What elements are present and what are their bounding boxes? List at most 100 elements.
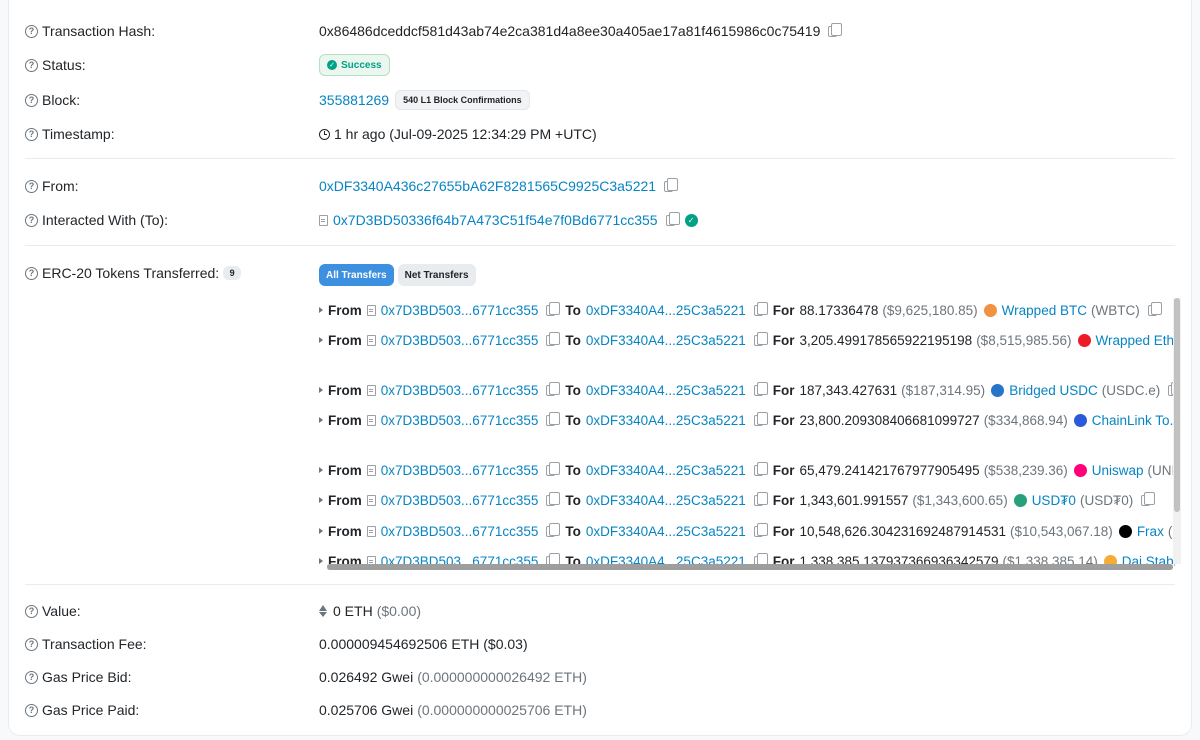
help-icon[interactable]: ? xyxy=(25,213,38,227)
transfer-tabs: All Transfers Net Transfers xyxy=(319,264,476,286)
token-link[interactable]: Frax xyxy=(1137,524,1164,539)
contract-icon xyxy=(366,384,376,396)
help-icon[interactable]: ? xyxy=(25,604,38,618)
gas-paid-value: 0.025706 Gwei xyxy=(319,702,414,718)
transfer-from-link[interactable]: 0x7D3BD503...6771cc355 xyxy=(381,303,539,318)
copy-icon[interactable] xyxy=(753,381,768,396)
token-link[interactable]: Wrapped BTC xyxy=(1002,303,1087,318)
transfer-to-link[interactable]: 0xDF3340A4...25C3a5221 xyxy=(586,333,746,348)
to-keyword: To xyxy=(565,492,581,508)
copy-icon[interactable] xyxy=(546,411,561,426)
transfer-row: From 0x7D3BD503...6771cc355 To 0xDF3340A4..… xyxy=(319,459,1175,481)
copy-icon[interactable] xyxy=(753,331,768,346)
transfers-list[interactable]: From 0x7D3BD503...6771cc355 To 0xDF3340A4..… xyxy=(319,296,1175,568)
help-icon[interactable]: ? xyxy=(25,179,38,193)
contract-icon xyxy=(366,494,376,506)
transfer-to-link[interactable]: 0xDF3340A4...25C3a5221 xyxy=(586,463,746,478)
help-icon[interactable]: ? xyxy=(25,24,38,38)
copy-icon[interactable] xyxy=(753,461,768,476)
transfer-from-link[interactable]: 0x7D3BD503...6771cc355 xyxy=(381,524,539,539)
to-keyword: To xyxy=(565,523,581,539)
help-icon[interactable]: ? xyxy=(25,266,38,280)
for-keyword: For xyxy=(772,492,795,508)
token-link[interactable]: Uniswap xyxy=(1092,463,1144,478)
transfer-to-link[interactable]: 0xDF3340A4...25C3a5221 xyxy=(586,413,746,428)
caret-right-icon[interactable] xyxy=(319,417,323,423)
status-label: Status: xyxy=(42,57,86,73)
caret-right-icon[interactable] xyxy=(319,337,323,343)
copy-icon[interactable] xyxy=(753,411,768,426)
vertical-scrollbar[interactable] xyxy=(1173,298,1181,564)
from-address-link[interactable]: 0xDF3340A436c27655bA62F8281565C9925C3a52… xyxy=(319,178,656,194)
copy-icon[interactable] xyxy=(753,491,768,506)
scrollbar-thumb[interactable] xyxy=(1174,298,1180,512)
gas-paid-row: ? Gas Price Paid: xyxy=(25,699,139,721)
copy-icon[interactable] xyxy=(546,381,561,396)
transfer-to-link[interactable]: 0xDF3340A4...25C3a5221 xyxy=(586,383,746,398)
from-keyword: From xyxy=(328,492,362,508)
copy-icon[interactable] xyxy=(546,331,561,346)
contract-icon xyxy=(366,334,376,346)
transfer-amount: 187,343.427631 xyxy=(799,382,898,398)
caret-right-icon[interactable] xyxy=(319,467,323,473)
status-row: ? Status: xyxy=(25,54,86,76)
help-icon[interactable]: ? xyxy=(25,637,38,651)
transfer-usd: ($334,868.94) xyxy=(983,412,1068,428)
scrollbar-thumb[interactable] xyxy=(327,564,1173,570)
token-link[interactable]: Bridged USDC xyxy=(1009,383,1098,398)
tokens-label: ERC-20 Tokens Transferred: xyxy=(42,265,220,281)
transfer-from-link[interactable]: 0x7D3BD503...6771cc355 xyxy=(381,383,539,398)
copy-icon[interactable] xyxy=(546,522,561,537)
transfer-to-link[interactable]: 0xDF3340A4...25C3a5221 xyxy=(586,524,746,539)
copy-icon[interactable] xyxy=(753,301,768,316)
horizontal-scrollbar[interactable] xyxy=(327,564,1173,570)
copy-icon[interactable] xyxy=(1141,491,1156,506)
token-link[interactable]: Wrapped Ethe... xyxy=(1096,333,1175,348)
transfer-from-link[interactable]: 0x7D3BD503...6771cc355 xyxy=(381,413,539,428)
token-link[interactable]: ChainLink To... xyxy=(1092,413,1175,428)
to-keyword: To xyxy=(565,332,581,348)
help-icon[interactable]: ? xyxy=(25,703,38,717)
help-icon[interactable]: ? xyxy=(25,127,38,141)
transfer-row: From 0x7D3BD503...6771cc355 To 0xDF3340A4..… xyxy=(319,379,1175,401)
copy-icon[interactable] xyxy=(546,491,561,506)
copy-icon[interactable] xyxy=(1147,301,1162,316)
transfer-amount: 65,479.241421767977905495 xyxy=(799,462,980,478)
copy-icon[interactable] xyxy=(828,22,843,37)
from-keyword: From xyxy=(328,412,362,428)
timestamp-row: ? Timestamp: xyxy=(25,123,115,145)
to-address-link[interactable]: 0x7D3BD50336f64b7A473C51f54e7f0Bd6771cc3… xyxy=(333,212,658,228)
transfer-to-link[interactable]: 0xDF3340A4...25C3a5221 xyxy=(586,493,746,508)
block-link[interactable]: 355881269 xyxy=(319,92,389,108)
caret-right-icon[interactable] xyxy=(319,307,323,313)
copy-icon[interactable] xyxy=(753,522,768,537)
transfer-usd: ($187,314.95) xyxy=(901,382,986,398)
from-keyword: From xyxy=(328,523,362,539)
token-link[interactable]: USD₮0 xyxy=(1032,493,1076,508)
transfer-from-link[interactable]: 0x7D3BD503...6771cc355 xyxy=(381,493,539,508)
copy-icon[interactable] xyxy=(546,461,561,476)
help-icon[interactable]: ? xyxy=(25,670,38,684)
transfer-from-link[interactable]: 0x7D3BD503...6771cc355 xyxy=(381,333,539,348)
caret-right-icon[interactable] xyxy=(319,387,323,393)
for-keyword: For xyxy=(772,462,795,478)
help-icon[interactable]: ? xyxy=(25,58,38,72)
copy-icon[interactable] xyxy=(664,177,679,192)
token-symbol: (USD₮0) xyxy=(1079,492,1134,508)
transfer-to-link[interactable]: 0xDF3340A4...25C3a5221 xyxy=(586,303,746,318)
caret-right-icon[interactable] xyxy=(319,558,323,564)
tab-all-transfers[interactable]: All Transfers xyxy=(319,264,394,286)
transfer-from-link[interactable]: 0x7D3BD503...6771cc355 xyxy=(381,463,539,478)
help-icon[interactable]: ? xyxy=(25,93,38,107)
gas-paid-label: Gas Price Paid: xyxy=(42,702,140,718)
tab-net-transfers[interactable]: Net Transfers xyxy=(397,264,476,286)
value-usd: ($0.00) xyxy=(376,603,422,619)
transfer-usd: ($538,239.36) xyxy=(983,462,1068,478)
value-row: ? Value: xyxy=(25,600,81,622)
contract-icon xyxy=(366,414,376,426)
caret-right-icon[interactable] xyxy=(319,528,323,534)
caret-right-icon[interactable] xyxy=(319,497,323,503)
copy-icon[interactable] xyxy=(546,301,561,316)
copy-icon[interactable] xyxy=(665,211,680,226)
gas-bid-label: Gas Price Bid: xyxy=(42,669,132,685)
